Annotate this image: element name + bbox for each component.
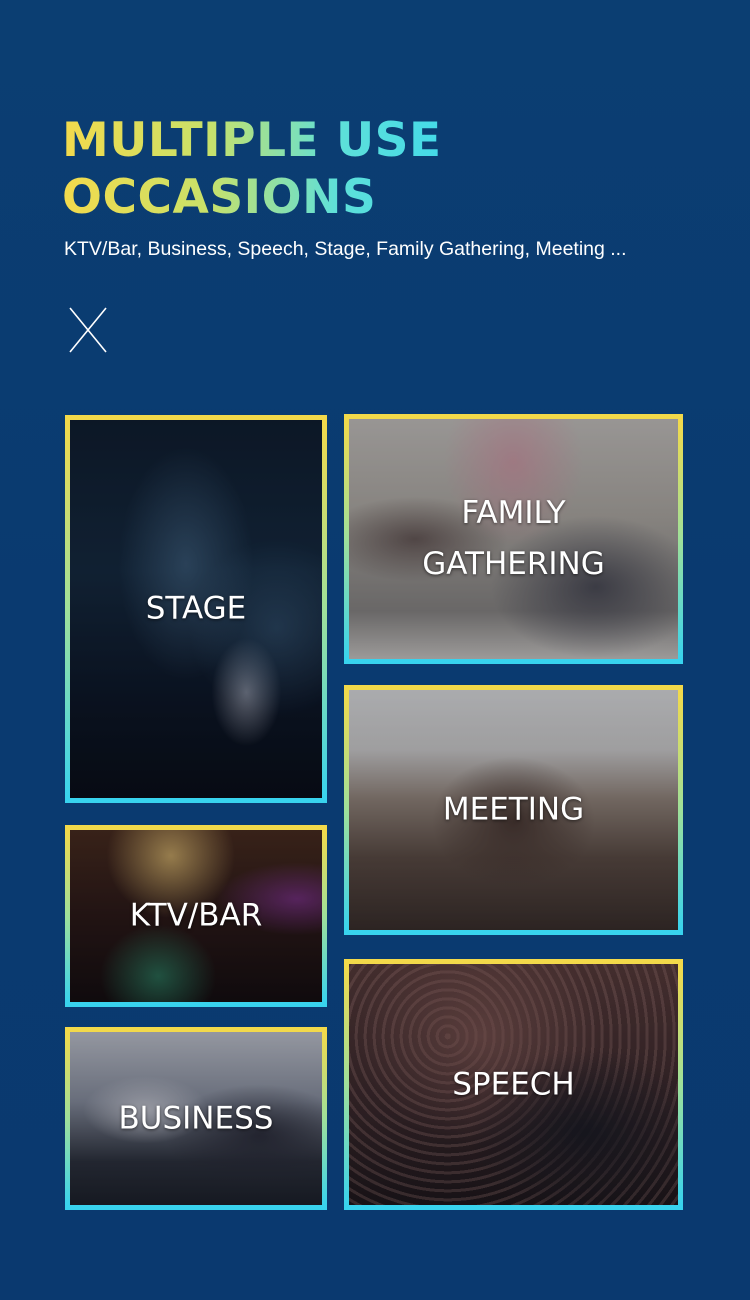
occasion-label-meeting: MEETING [442, 791, 585, 828]
page-title-line-1: MULTIPLE USE [62, 113, 442, 168]
occasion-card-stage[interactable]: STAGE [65, 415, 327, 803]
x-mark-icon [69, 307, 107, 353]
page-subtitle: KTV/Bar, Business, Speech, Stage, Family… [64, 238, 627, 260]
occasion-card-meeting[interactable]: MEETING [344, 685, 683, 935]
occasion-label-family-gathering: FAMILY GATHERING [422, 495, 605, 582]
occasion-label-stage: STAGE [145, 590, 247, 627]
occasion-label-ktv-bar: KTV/BAR [129, 897, 263, 934]
occasion-label-business: BUSINESS [118, 1100, 274, 1136]
occasion-card-ktv-bar[interactable]: KTV/BAR [65, 825, 327, 1007]
occasion-card-family-gathering[interactable]: FAMILY GATHERING [344, 414, 683, 664]
occasion-card-business[interactable]: BUSINESS [65, 1027, 327, 1210]
page-title: MULTIPLE USE OCCASIONS [62, 112, 482, 226]
page-title-line-2: OCCASIONS [62, 170, 377, 225]
occasion-card-speech[interactable]: SPEECH [344, 959, 683, 1210]
occasion-label-speech: SPEECH [452, 1066, 575, 1102]
